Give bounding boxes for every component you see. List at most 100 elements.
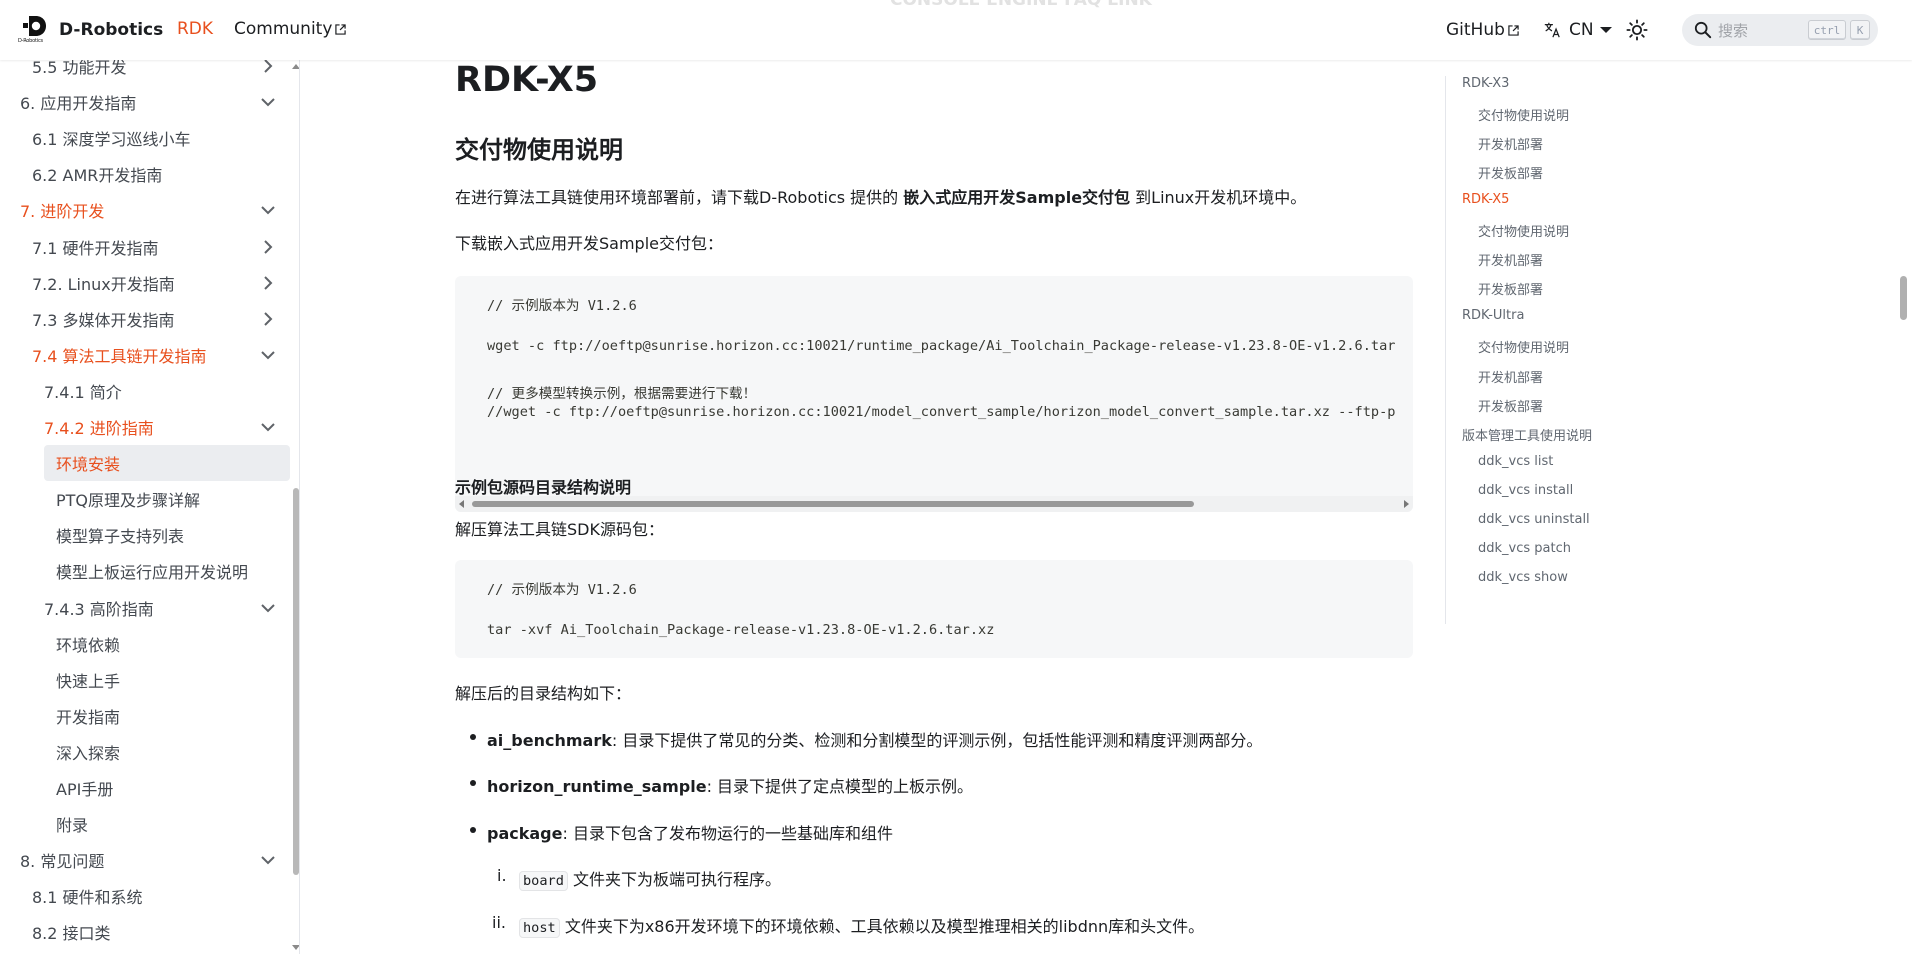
navbar-ghost-text: CONSOLE ENGINE FAQ LINK bbox=[890, 0, 1152, 10]
toc-link[interactable]: RDK-Ultra bbox=[1462, 308, 1524, 323]
sidebar-item-label: 7.1 硬件开发指南 bbox=[32, 238, 159, 258]
code-line: // 示例版本为 V1.2.6 bbox=[487, 298, 637, 314]
sidebar-item-label: 6. 应用开发指南 bbox=[20, 94, 137, 114]
page-scrollbar[interactable] bbox=[1896, 0, 1912, 954]
toc-link[interactable]: RDK-X3 bbox=[1462, 76, 1509, 91]
structure-paragraph: 解压后的目录结构如下： bbox=[455, 684, 632, 703]
toc-link[interactable]: 开发板部署 bbox=[1478, 396, 1543, 415]
top-navbar: CONSOLE ENGINE FAQ LINK D-Robotics D-Rob… bbox=[0, 0, 1912, 60]
scroll-up-arrow-icon[interactable] bbox=[292, 64, 299, 69]
code-line: wget -c ftp://oeftp@sunrise.horizon.cc:1… bbox=[487, 338, 1396, 354]
list-item-desc: : 目录下提供了定点模型的上板示例。 bbox=[706, 777, 974, 796]
section-heading-deliverables: 交付物使用说明 bbox=[455, 136, 623, 164]
sidebar-item[interactable]: 8.2 接口类 bbox=[0, 914, 290, 950]
sidebar-item[interactable]: 6. 应用开发指南 bbox=[0, 84, 290, 120]
toc-link[interactable]: 开发板部署 bbox=[1478, 163, 1543, 182]
sub-list-number: ii. bbox=[492, 913, 506, 932]
list-item-desc: : 目录下提供了常见的分类、检测和分割模型的评测示例，包括性能评测和精度评测两部… bbox=[611, 731, 1263, 750]
scroll-right-arrow-icon[interactable] bbox=[1404, 500, 1409, 508]
main-content: RDK-X5 交付物使用说明 在进行算法工具链使用环境部署前，请下载D-Robo… bbox=[455, 60, 1413, 954]
table-of-contents: RDK-X3 交付物使用说明 开发机部署 开发板部署 RDK-X5 交付物使用说明 开发机部… bbox=[1445, 76, 1665, 624]
sidebar-item[interactable]: 模型算子支持列表 bbox=[0, 517, 290, 553]
code-scrollbar-thumb[interactable] bbox=[472, 501, 1194, 507]
sidebar-item[interactable]: 6.1 深度学习巡线小车 bbox=[0, 120, 290, 156]
sidebar-item[interactable]: 8.1 硬件和系统 bbox=[0, 878, 290, 914]
list-item: package: 目录下包含了发布物运行的一些基础库和组件 bbox=[470, 820, 893, 844]
language-dropdown[interactable]: CN bbox=[1543, 0, 1612, 60]
toc-link[interactable]: 开发机部署 bbox=[1478, 134, 1543, 153]
inline-code: host bbox=[519, 918, 560, 938]
sidebar-item[interactable]: 7.4.1 简介 bbox=[0, 373, 290, 409]
toc-link[interactable]: 开发板部署 bbox=[1478, 279, 1543, 298]
nav-link-community[interactable]: Community bbox=[234, 19, 347, 39]
sidebar-item-label: 开发指南 bbox=[56, 707, 121, 727]
d-robotics-logo-icon: D-Robotics bbox=[18, 14, 50, 46]
sidebar-item[interactable]: 深入探索 bbox=[0, 734, 290, 770]
theme-toggle-button[interactable] bbox=[1626, 0, 1648, 60]
toc-link[interactable]: 版本管理工具使用说明 bbox=[1462, 425, 1592, 444]
code-horizontal-scrollbar[interactable] bbox=[455, 496, 1413, 512]
sidebar-item[interactable]: 7.4 算法工具链开发指南 bbox=[0, 337, 290, 373]
code-line: // 更多模型转换示例，根据需要进行下载！ bbox=[487, 386, 757, 402]
intro-text-pre: 在进行算法工具链使用环境部署前，请下载D-Robotics 提供的 bbox=[455, 188, 904, 207]
list-item-term: ai_benchmark bbox=[487, 731, 612, 750]
toc-link[interactable]: 开发机部署 bbox=[1478, 250, 1543, 269]
sidebar-item[interactable]: 7.3 多媒体开发指南 bbox=[0, 301, 290, 337]
sidebar-item[interactable]: 7. 进阶开发 bbox=[0, 192, 290, 228]
sidebar-item[interactable]: 8. 常见问题 bbox=[0, 842, 290, 878]
download-paragraph: 下载嵌入式应用开发Sample交付包： bbox=[455, 234, 723, 253]
toc-link[interactable]: ddk_vcs uninstall bbox=[1478, 512, 1590, 527]
chevron-down-icon bbox=[261, 856, 275, 865]
nav-link-github[interactable]: GitHub bbox=[1446, 0, 1519, 60]
chevron-right-icon bbox=[264, 60, 273, 73]
toc-link[interactable]: ddk_vcs show bbox=[1478, 570, 1568, 585]
sidebar-item-label: 7.3 多媒体开发指南 bbox=[32, 310, 175, 330]
sidebar-item[interactable]: 快速上手 bbox=[0, 662, 290, 698]
brand-home-link[interactable]: D-Robotics D-Robotics bbox=[18, 14, 163, 46]
chevron-down-icon bbox=[261, 603, 275, 612]
chevron-right-icon bbox=[264, 275, 273, 290]
sidebar-item[interactable]: 7.2. Linux开发指南 bbox=[0, 265, 290, 301]
translate-icon bbox=[1544, 22, 1560, 38]
sidebar-item[interactable]: 7.4.2 进阶指南 bbox=[0, 409, 290, 445]
toc-link[interactable]: 交付物使用说明 bbox=[1478, 221, 1569, 240]
sidebar-item[interactable]: 7.1 硬件开发指南 bbox=[0, 229, 290, 265]
toc-link[interactable]: 开发机部署 bbox=[1478, 367, 1543, 386]
sidebar-item-label: 快速上手 bbox=[56, 671, 121, 691]
chevron-right-icon bbox=[264, 311, 273, 326]
sidebar-item[interactable]: 开发指南 bbox=[0, 698, 290, 734]
code-block-extract[interactable]: // 示例版本为 V1.2.6 tar -xvf Ai_Toolchain_Pa… bbox=[455, 560, 1413, 658]
toc-link[interactable]: ddk_vcs install bbox=[1478, 483, 1573, 498]
nav-link-rdk[interactable]: RDK bbox=[177, 19, 213, 39]
bullet-icon bbox=[470, 827, 476, 833]
bullet-icon bbox=[470, 780, 476, 786]
toc-link[interactable]: 交付物使用说明 bbox=[1478, 105, 1569, 124]
search-button[interactable]: 搜索 ctrl K bbox=[1682, 14, 1878, 46]
toc-link[interactable]: ddk_vcs patch bbox=[1478, 541, 1571, 556]
scroll-left-arrow-icon[interactable] bbox=[459, 500, 464, 508]
page-scrollbar-thumb[interactable] bbox=[1900, 276, 1907, 320]
sidebar-scrollbar-thumb[interactable] bbox=[293, 488, 299, 875]
sidebar-item[interactable]: 环境安装 bbox=[44, 445, 290, 482]
sub-list-item: ii. host 文件夹下为x86开发环境下的环境依赖、工具依赖以及模型推理相关… bbox=[492, 913, 1204, 938]
sidebar-item[interactable]: 附录 bbox=[0, 806, 290, 842]
section-heading-source-structure: 示例包源码目录结构说明 bbox=[455, 478, 632, 497]
chevron-down-icon bbox=[261, 351, 275, 360]
sidebar-item[interactable]: 模型上板运行应用开发说明 bbox=[0, 553, 290, 589]
toc-link[interactable]: 交付物使用说明 bbox=[1478, 337, 1569, 356]
sidebar-item[interactable]: 6.2 AMR开发指南 bbox=[0, 156, 290, 192]
scroll-down-arrow-icon[interactable] bbox=[292, 945, 299, 950]
chevron-down-icon bbox=[261, 206, 275, 215]
sidebar-item[interactable]: PTQ原理及步骤详解 bbox=[0, 481, 290, 517]
sidebar-item-label: PTQ原理及步骤详解 bbox=[56, 491, 201, 511]
list-item-term: horizon_runtime_sample bbox=[487, 777, 707, 796]
toc-link[interactable]: RDK-X5 bbox=[1462, 192, 1509, 207]
toc-link[interactable]: ddk_vcs list bbox=[1478, 454, 1553, 469]
search-icon bbox=[1694, 21, 1712, 39]
chevron-down-icon bbox=[1599, 27, 1612, 33]
sidebar-item[interactable]: 7.4.3 高阶指南 bbox=[0, 590, 290, 626]
sidebar-item[interactable]: 5.5 功能开发 bbox=[0, 60, 290, 84]
sidebar-item-label: 6.2 AMR开发指南 bbox=[32, 166, 163, 186]
sidebar-item[interactable]: API手册 bbox=[0, 770, 290, 806]
sidebar-item[interactable]: 环境依赖 bbox=[0, 626, 290, 662]
